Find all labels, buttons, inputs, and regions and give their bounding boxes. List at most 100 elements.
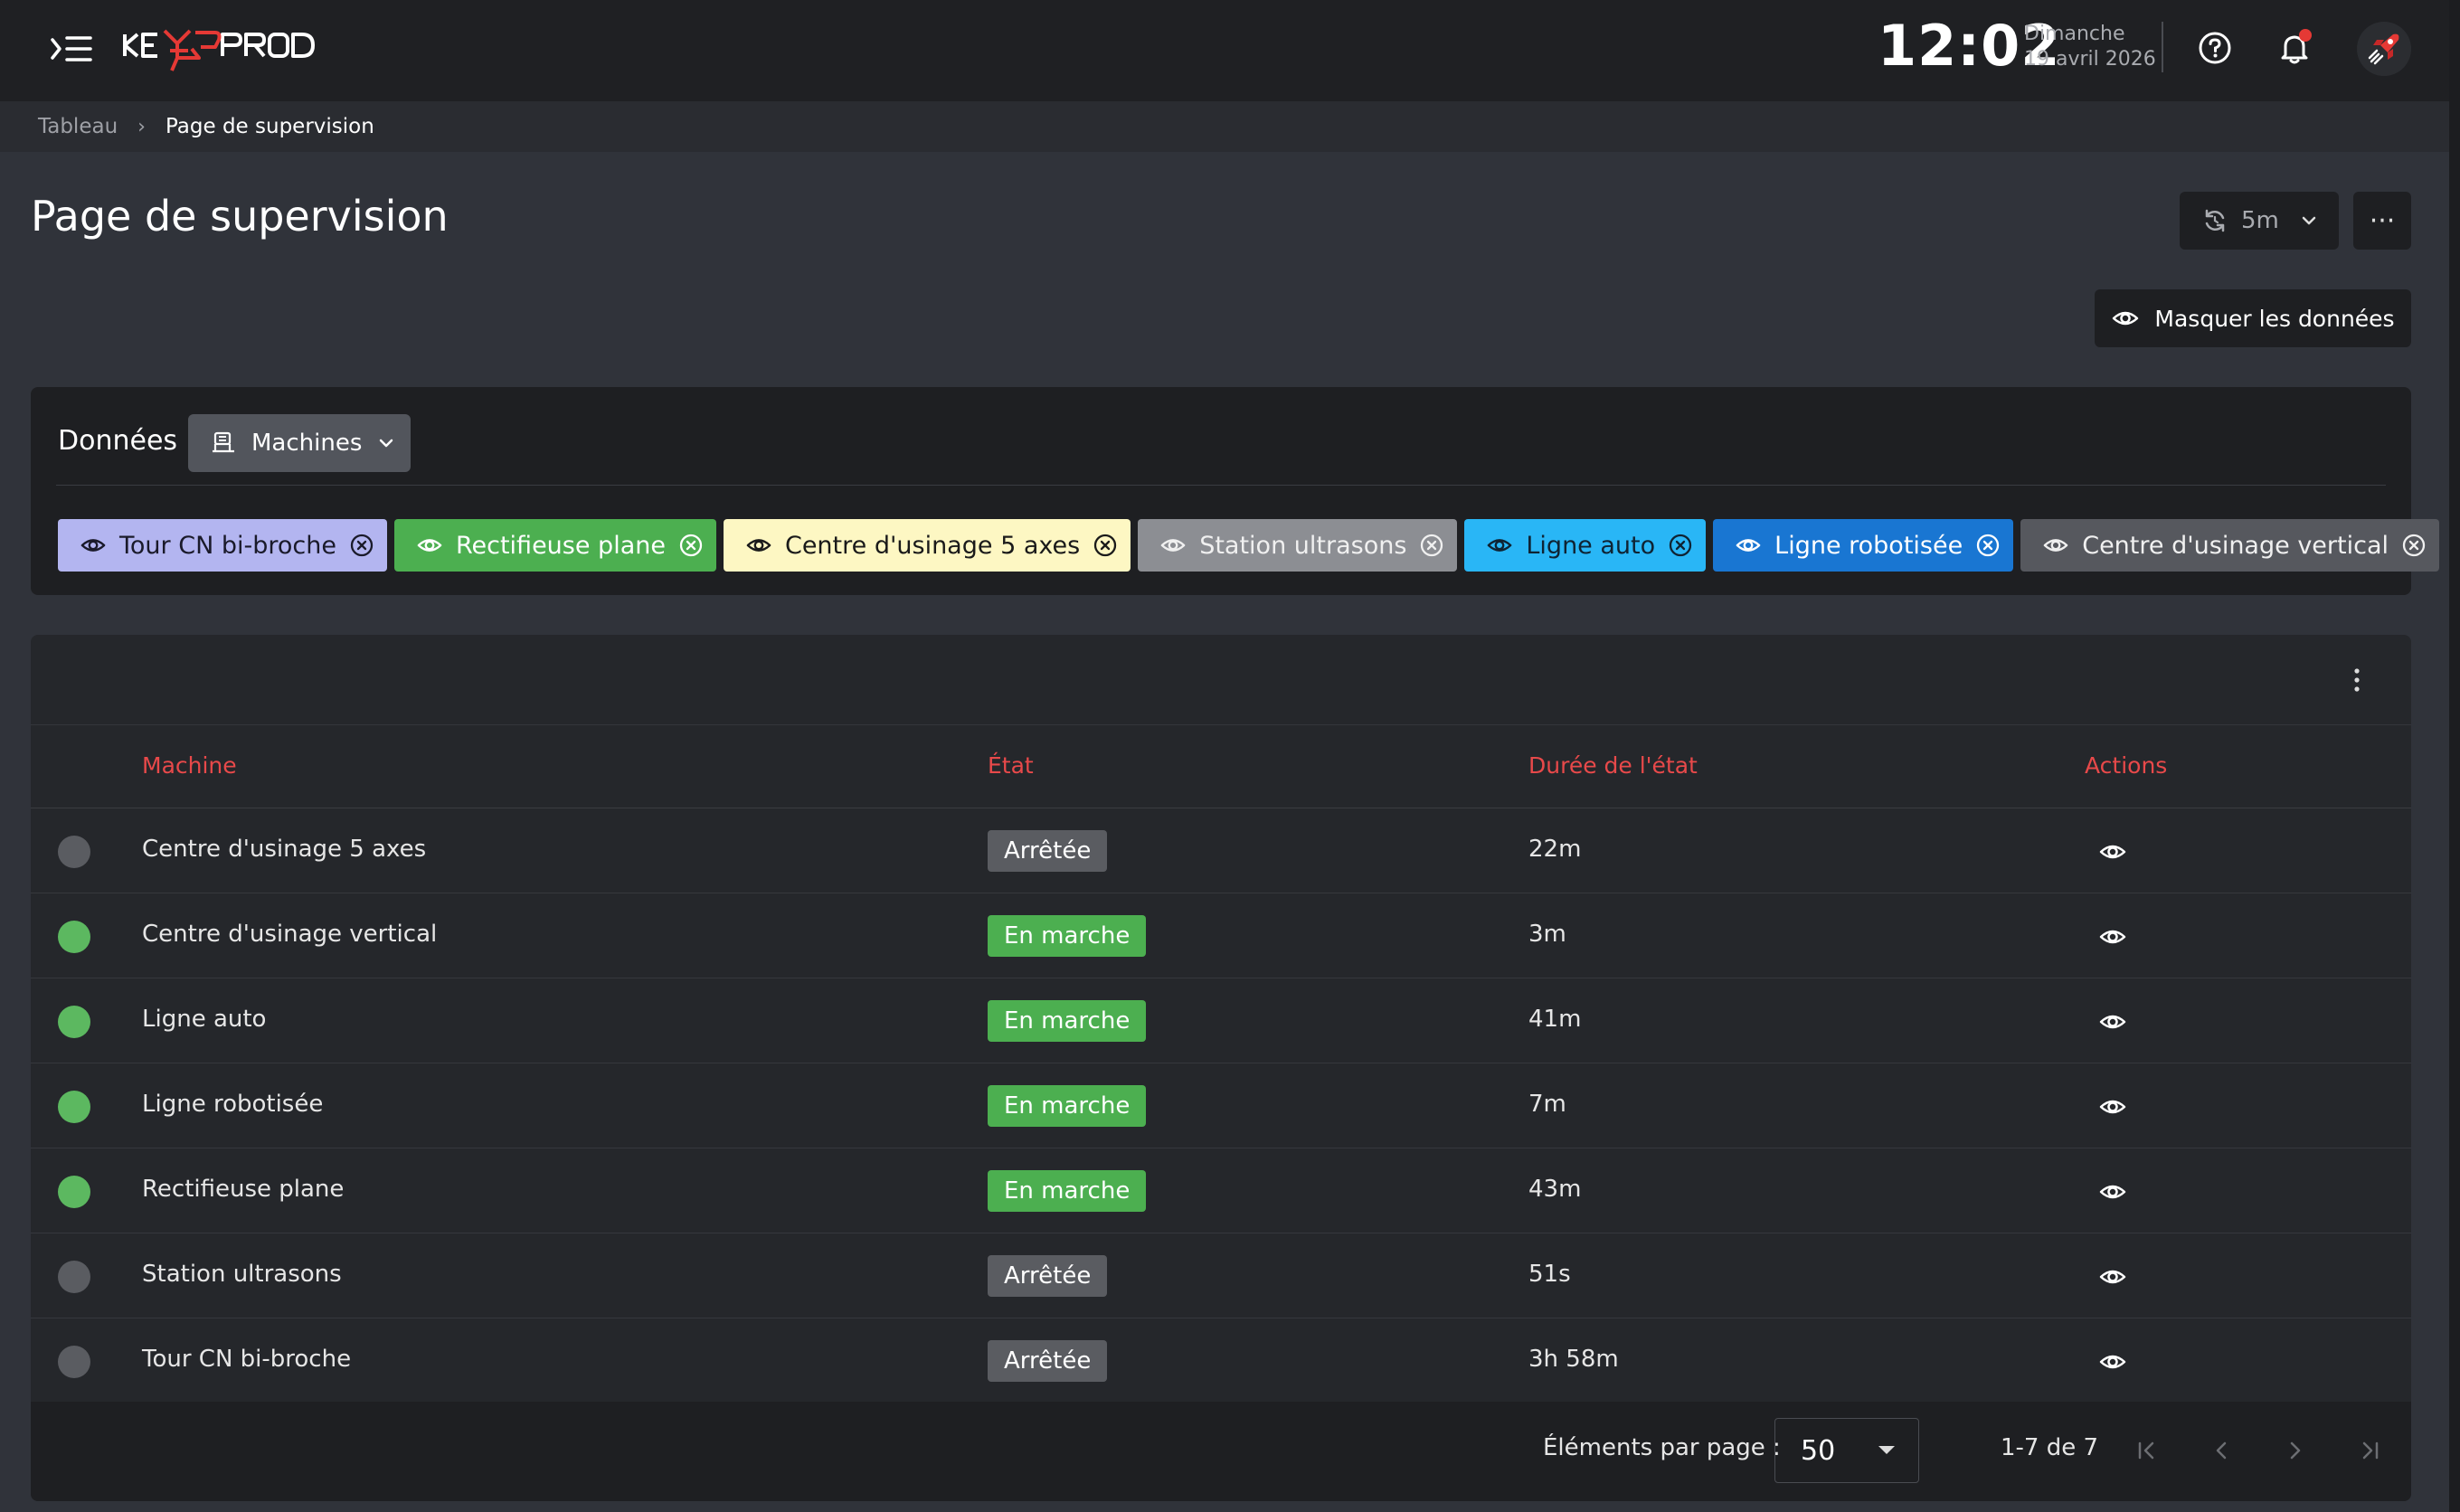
eye-icon (2098, 1092, 2127, 1121)
remove-chip-icon[interactable] (1975, 533, 2001, 558)
remove-chip-icon[interactable] (2401, 533, 2427, 558)
eye-icon[interactable] (1159, 532, 1187, 559)
hide-data-label: Masquer les données (2154, 305, 2395, 332)
table-row[interactable]: Centre d'usinage 5 axes Arrêtée 22m (31, 808, 2411, 893)
table-row[interactable]: Ligne auto En marche 41m (31, 978, 2411, 1063)
machine-chip[interactable]: Centre d'usinage vertical (2020, 519, 2439, 572)
machine-chip[interactable]: Rectifieuse plane (393, 519, 716, 572)
machine-chip-label: Centre d'usinage vertical (2082, 531, 2389, 560)
machine-chip-list: Tour CN bi-broche Rectifieuse plane Centre… (58, 519, 2439, 572)
table-row[interactable]: Centre d'usinage vertical En marche 3m (31, 893, 2411, 978)
help-icon (2199, 32, 2231, 64)
state-duration: 7m (1528, 1091, 1566, 1118)
column-header-duration[interactable]: Durée de l'état (1528, 752, 1698, 779)
view-machine-button[interactable] (2096, 1261, 2129, 1293)
view-machine-button[interactable] (2096, 1346, 2129, 1378)
state-badge: Arrêtée (988, 1340, 1108, 1382)
breadcrumb-separator: › (137, 115, 146, 138)
view-machine-button[interactable] (2096, 1006, 2129, 1038)
machine-name: Rectifieuse plane (142, 1176, 345, 1203)
view-machine-button[interactable] (2096, 1091, 2129, 1123)
eye-icon[interactable] (745, 532, 772, 559)
remove-chip-icon[interactable] (1093, 533, 1118, 558)
state-badge: En marche (988, 1085, 1147, 1127)
remove-chip-icon[interactable] (349, 533, 374, 558)
machine-chip-label: Ligne auto (1526, 531, 1656, 560)
hide-data-button[interactable]: Masquer les données (2095, 289, 2411, 347)
state-badge: En marche (988, 1170, 1147, 1212)
table-row[interactable]: Ligne robotisée En marche 7m (31, 1063, 2411, 1148)
remove-chip-icon[interactable] (678, 533, 704, 558)
eye-icon[interactable] (2042, 532, 2069, 559)
last-page-icon (2362, 1441, 2379, 1460)
chevron-left-icon (2216, 1441, 2227, 1460)
eye-icon (2098, 1347, 2127, 1376)
data-source-value: Machines (251, 430, 363, 457)
more-options-button[interactable]: ··· (2353, 192, 2411, 250)
breadcrumb-root-link[interactable]: Tableau (38, 115, 118, 138)
help-button[interactable] (2192, 25, 2238, 71)
remove-chip-icon[interactable] (1668, 533, 1693, 558)
state-badge: En marche (988, 1000, 1147, 1042)
top-bar: 12:02 Dimanche 19 avril 2026 (0, 0, 2449, 101)
table-header: Machine État Durée de l'état Actions (31, 725, 2411, 808)
machine-chip-label: Centre d'usinage 5 axes (784, 531, 1081, 560)
previous-page-button[interactable] (2200, 1429, 2243, 1472)
table-row[interactable]: Rectifieuse plane En marche 43m (31, 1148, 2411, 1233)
column-header-actions: Actions (2085, 752, 2168, 779)
table-row[interactable]: Station ultrasons Arrêtée 51s (31, 1233, 2411, 1318)
table-row[interactable]: Tour CN bi-broche Arrêtée 3h 58m (31, 1318, 2411, 1403)
refresh-icon (2205, 209, 2225, 232)
eye-icon (2098, 1007, 2127, 1036)
table-menu-button[interactable] (2339, 662, 2375, 698)
weekday-label: Dimanche (2024, 23, 2125, 45)
chevron-down-icon (2302, 216, 2316, 225)
first-page-button[interactable] (2125, 1429, 2169, 1472)
remove-chip-icon[interactable] (1419, 533, 1444, 558)
panel-divider (56, 485, 2386, 486)
next-page-button[interactable] (2274, 1429, 2317, 1472)
machine-chip[interactable]: Ligne robotisée (1713, 519, 2014, 572)
per-page-select[interactable]: 50 (1774, 1418, 1919, 1483)
table-toolbar (31, 635, 2411, 725)
machine-chip[interactable]: Centre d'usinage 5 axes (723, 519, 1131, 572)
page-title: Page de supervision (31, 192, 449, 241)
view-machine-button[interactable] (2096, 921, 2129, 953)
status-dot (58, 921, 90, 953)
eye-icon[interactable] (1486, 532, 1513, 559)
eye-icon[interactable] (80, 532, 107, 559)
brand-logo[interactable] (121, 22, 317, 80)
date-label: 19 avril 2026 (2024, 48, 2156, 71)
last-page-button[interactable] (2348, 1429, 2391, 1472)
column-header-state[interactable]: État (988, 752, 1034, 779)
eye-icon (2098, 1177, 2127, 1206)
chevron-right-icon (2290, 1441, 2301, 1460)
refresh-interval-select[interactable]: 5m (2180, 192, 2339, 250)
machine-chip-label: Tour CN bi-broche (119, 531, 336, 560)
status-dot (58, 1346, 90, 1378)
machine-chip[interactable]: Station ultrasons (1138, 519, 1458, 572)
status-dot (58, 1006, 90, 1038)
page-scrollbar[interactable] (2449, 0, 2460, 1512)
user-avatar[interactable] (2357, 22, 2411, 76)
keyprod-logo (123, 29, 315, 71)
rocket-icon (2357, 22, 2411, 76)
data-source-select[interactable]: Machines (188, 414, 411, 472)
notifications-button[interactable] (2272, 25, 2317, 71)
machine-chip-label: Station ultrasons (1199, 531, 1407, 560)
state-badge: En marche (988, 915, 1147, 957)
eye-icon[interactable] (1735, 532, 1762, 559)
breadcrumb-current: Page de supervision (165, 115, 374, 138)
view-machine-button[interactable] (2096, 1176, 2129, 1208)
state-duration: 41m (1528, 1006, 1582, 1033)
view-machine-button[interactable] (2096, 836, 2129, 868)
machine-name: Station ultrasons (142, 1261, 342, 1288)
machine-name: Ligne robotisée (142, 1091, 324, 1118)
table-pagination: Éléments par page : 50 1-7 de 7 (31, 1402, 2411, 1501)
breadcrumb: Tableau › Page de supervision (0, 101, 2449, 152)
machine-chip[interactable]: Tour CN bi-broche (58, 519, 387, 572)
menu-toggle-button[interactable] (49, 29, 94, 69)
eye-icon[interactable] (416, 532, 443, 559)
column-header-machine[interactable]: Machine (142, 752, 237, 779)
machine-chip[interactable]: Ligne auto (1464, 519, 1707, 572)
